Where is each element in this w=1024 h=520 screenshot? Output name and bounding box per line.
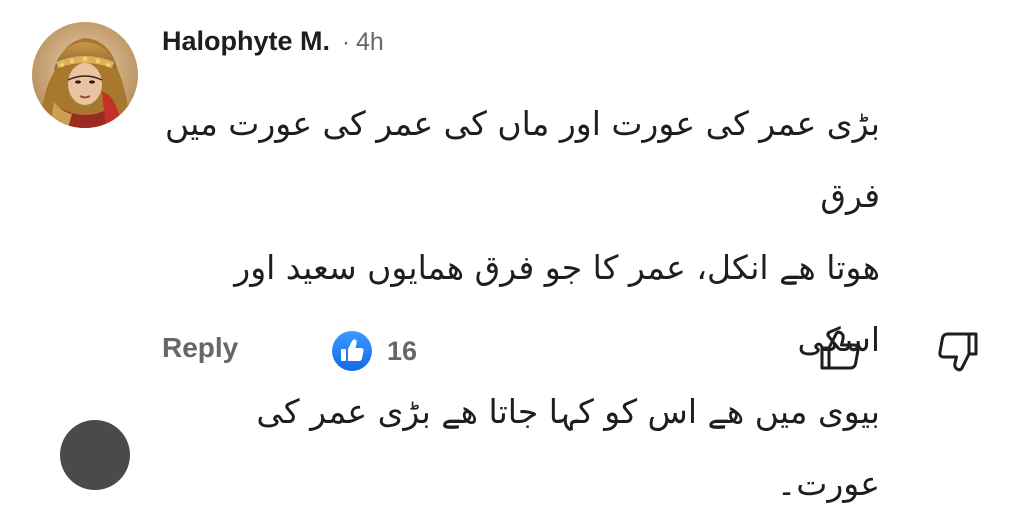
next-comment-avatar[interactable]: [60, 420, 130, 490]
comment-header: Halophyte M. · 4h: [162, 26, 384, 60]
thumbs-up-icon[interactable]: [818, 328, 864, 374]
reaction-summary[interactable]: 16: [331, 330, 417, 372]
separator-dot: ·: [342, 29, 351, 56]
avatar-image: [32, 22, 138, 128]
avatar[interactable]: [32, 22, 138, 128]
comment-text: بڑی عمر کی عورت اور ماں کی عمر کی عورت م…: [158, 88, 880, 520]
author-name[interactable]: Halophyte M.: [162, 26, 330, 57]
reply-button[interactable]: Reply: [162, 332, 238, 364]
like-icon: [331, 330, 373, 372]
comment-line: بڑی عمر کی عورت اور ماں کی عمر کی عورت م…: [165, 104, 880, 215]
timestamp[interactable]: 4h: [356, 28, 384, 57]
comment-actions: Reply 16: [0, 326, 1024, 374]
comment: Halophyte M. · 4h بڑی عمر کی عورت اور ما…: [0, 0, 1024, 503]
comment-line: بیوی میں ھے اس کو کہا جاتا ھے بڑی عمر کی…: [256, 392, 880, 503]
reaction-count: 16: [387, 335, 418, 366]
thumbs-down-icon[interactable]: [934, 328, 980, 374]
